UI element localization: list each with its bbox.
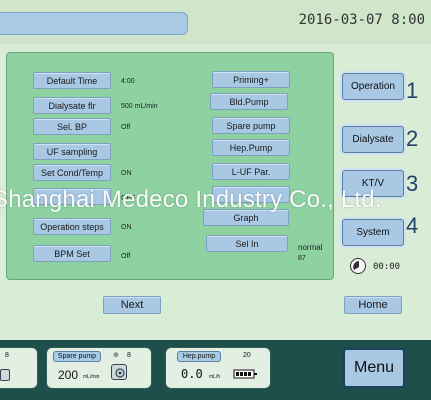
dialysate-flow-button[interactable]: Dialysate flr: [33, 97, 111, 114]
sel-bp-value: Off: [121, 124, 131, 131]
dialysate-flow-value: 500 mL/min: [121, 103, 158, 110]
l-uf-par-button[interactable]: L-UF Par.: [212, 163, 290, 180]
sel-in-status: normal: [298, 243, 323, 252]
operation-steps-button[interactable]: Operation steps: [33, 218, 111, 235]
system-button[interactable]: System: [342, 219, 404, 246]
hep-pump-unit: mL/h: [209, 374, 221, 380]
syringe-icon: [233, 367, 258, 379]
set-cond-temp-button[interactable]: Set Cond/Temp: [33, 164, 111, 181]
status-banner: [0, 12, 188, 35]
spare-pump-value: 200: [58, 368, 79, 382]
menu-button[interactable]: Menu: [343, 348, 405, 388]
bpm-set-button[interactable]: BPM Set: [33, 245, 111, 262]
blood-pump-button[interactable]: Bld.Pump: [210, 93, 288, 110]
hep-pump-label: Hep.pump: [177, 351, 221, 362]
default-time-value: 4:00: [121, 78, 135, 85]
spare-pump-unit: mL/min: [83, 374, 100, 380]
spare-pump-count: 8: [127, 352, 131, 359]
default-time-button[interactable]: Default Time: [33, 72, 111, 89]
dialysate-button[interactable]: Dialysate: [342, 126, 404, 153]
clock-icon: [350, 258, 366, 274]
home-button[interactable]: Home: [344, 296, 402, 314]
pump-rotation-icon: ⊕: [113, 352, 119, 359]
hep-pump-button[interactable]: Hep.Pump: [212, 139, 290, 156]
priming-button[interactable]: Priming+: [212, 71, 290, 88]
watermark-text: Shanghai Medeco Industry Co., Ltd.: [0, 186, 382, 213]
dialysate-number: 2: [406, 126, 419, 151]
spare-pump-label: Spare pump: [53, 351, 101, 362]
operation-button[interactable]: Operation: [342, 73, 404, 100]
pump-icon: [111, 364, 127, 380]
hep-pump-value: 0.0: [181, 367, 203, 381]
pump-icon: [0, 369, 10, 381]
sel-in-button[interactable]: Sel In: [206, 235, 288, 252]
datetime-display: 2016-03-07 8:00: [298, 12, 425, 28]
timer-display: 00:00: [373, 262, 401, 272]
partial-card-value: 8: [5, 352, 9, 359]
next-button[interactable]: Next: [103, 296, 161, 314]
system-number: 4: [406, 213, 419, 238]
bpm-set-value: Off: [121, 253, 131, 260]
hep-pump-count: 20: [243, 352, 251, 359]
operation-number: 1: [406, 78, 419, 103]
operation-steps-value: ON: [121, 224, 132, 231]
spare-pump-button[interactable]: Spare pump: [212, 117, 290, 134]
uf-sampling-button[interactable]: UF sampling: [33, 143, 111, 160]
sel-bp-button[interactable]: Sel. BP: [33, 118, 111, 135]
set-cond-temp-value: ON: [121, 170, 132, 177]
sel-in-number: 87: [298, 255, 306, 262]
